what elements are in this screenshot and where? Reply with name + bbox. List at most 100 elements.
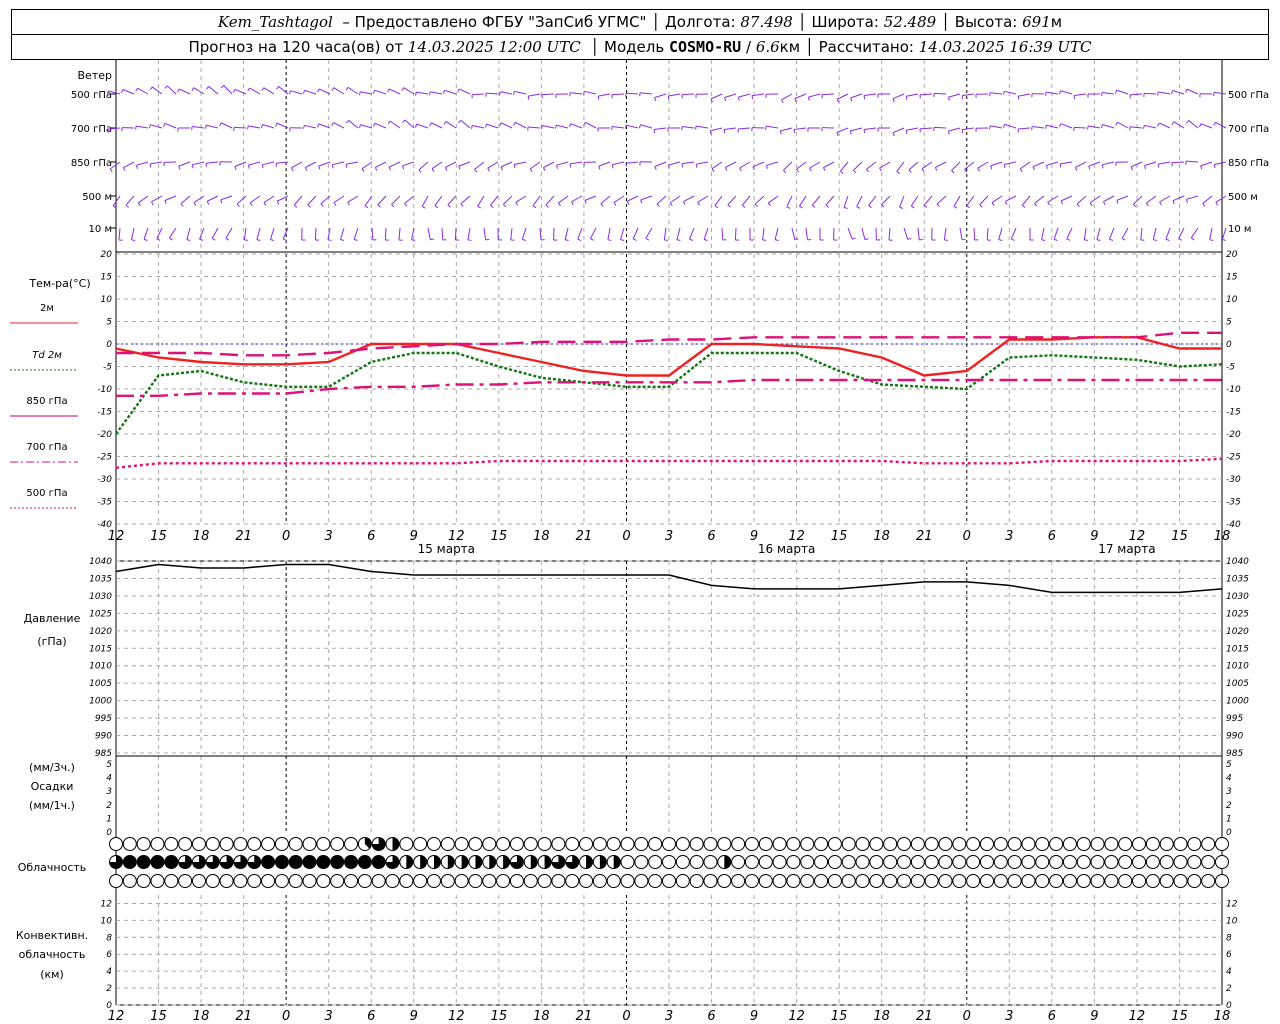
wind-barb-flag (936, 203, 940, 208)
pressure-tick-left: 1010 (89, 662, 112, 672)
wind-barb-flag (654, 166, 657, 171)
cloud-symbol (274, 874, 289, 888)
wind-barb (1109, 227, 1115, 240)
cloud-symbol (592, 874, 607, 888)
cloud-fill-partial (433, 855, 441, 869)
wind-barb (333, 87, 345, 95)
cloud-symbol (717, 837, 732, 851)
wind-barb (557, 195, 569, 204)
wind-barb (1060, 123, 1073, 129)
wind-barb (933, 92, 947, 95)
hour-label-mid: 0 (282, 529, 290, 544)
wind-barb (668, 93, 681, 97)
wind-barb (1102, 92, 1115, 95)
hour-label-mid: 21 (916, 529, 933, 544)
wind-barb (137, 195, 149, 204)
cloud-symbol (1173, 874, 1188, 888)
meteogram-svg: Ветер 500 гПа 500 гПа 700 гПа 700 гПа 850 гПа… (10, 60, 1269, 1024)
wind-barb-flag (143, 238, 148, 241)
cloud-symbol (1049, 837, 1064, 851)
wind-level-label-right: 500 м (1228, 192, 1258, 203)
wind-barb (178, 88, 191, 95)
wind-barb (864, 93, 877, 96)
wind-barb-flag (1059, 123, 1062, 128)
wind-barb (290, 90, 303, 95)
wind-barb (166, 85, 177, 95)
wind-level-label-left: 700 гПа (71, 124, 112, 135)
wind-barb-flag (109, 168, 113, 173)
wind-barb (1185, 160, 1199, 163)
wind-barb (233, 126, 247, 129)
wind-barb-flag (607, 239, 612, 241)
cloud-symbol (1187, 874, 1202, 888)
cloud-symbol (1007, 874, 1022, 888)
wind-barb (948, 93, 961, 98)
wind-barb-flag (261, 87, 265, 91)
wind-barb-flag (487, 167, 490, 172)
wind-barb (256, 227, 261, 240)
wind-barb-flag (275, 122, 278, 127)
wind-barb (668, 161, 681, 166)
cloud-symbol (606, 837, 621, 851)
wind-barb-flag (555, 124, 557, 129)
precip-tick-right: 5 (1226, 760, 1232, 770)
cloud-symbol (316, 874, 331, 888)
wind-barb (711, 161, 723, 170)
wind-barb-flag (557, 202, 561, 207)
wind-barb (656, 195, 667, 205)
wind-barb-flag (1059, 163, 1062, 168)
wind-barb-flag (430, 238, 434, 241)
hour-label-bottom: 9 (1090, 1009, 1098, 1024)
temp-legend-label: Td 2м (32, 350, 62, 361)
wind-barb (434, 195, 443, 207)
cloud-symbol (454, 874, 469, 888)
cloud-symbol (1062, 874, 1077, 888)
wind-barb-flag (577, 238, 582, 241)
cloud-symbol (786, 874, 801, 888)
cloud-symbol (1145, 874, 1160, 888)
wind-barb-flag (724, 97, 727, 102)
wind-barb-flag (600, 203, 604, 207)
cloud-symbol (1173, 837, 1188, 851)
wind-barb (850, 127, 863, 132)
cloud-symbol (634, 837, 649, 851)
cloud-symbol (164, 874, 179, 888)
wind-barb-flag (477, 205, 481, 209)
wind-barb (850, 93, 863, 99)
wind-barb-flag (270, 238, 275, 242)
wind-barb-flag (1146, 202, 1149, 207)
wind-barb (186, 227, 191, 240)
wind-barb-flag (856, 206, 861, 209)
wind-barb (360, 91, 373, 95)
pressure-tick-right: 995 (1226, 714, 1243, 724)
cloud-symbol (205, 837, 220, 851)
cloud-symbol (731, 855, 746, 869)
convective-tick-left: 2 (106, 984, 112, 994)
temp-legend-label: 700 гПа (26, 442, 67, 453)
wind-level-label-right: 500 гПа (1228, 90, 1269, 101)
wind-barb (724, 93, 737, 98)
cloud-symbol (938, 855, 953, 869)
cloud-symbol (910, 874, 925, 888)
cloud-symbol (772, 874, 787, 888)
wind-barb (458, 88, 471, 95)
wind-barb (1200, 161, 1213, 167)
wind-barb-flag (1199, 123, 1202, 128)
wind-barb-flag (1021, 204, 1026, 208)
pressure-tick-left: 1040 (89, 557, 112, 567)
cloud-symbol (344, 874, 359, 888)
wind-barb (853, 161, 863, 171)
wind-barb-flag (361, 168, 365, 172)
wind-barb (262, 161, 275, 166)
wind-barb-flag (485, 123, 488, 128)
cloud-symbol (1118, 874, 1133, 888)
cloud-fill-partial (544, 855, 552, 869)
wind-barb-flag (211, 238, 216, 241)
cloud-fill-partial (420, 855, 427, 869)
pressure-tick-right: 1005 (1226, 679, 1249, 689)
wind-barb (836, 127, 849, 133)
wind-barb (1010, 227, 1017, 240)
wind-barb-flag (1045, 92, 1047, 96)
wind-barb (487, 161, 499, 169)
wind-barb-flag (1002, 124, 1006, 128)
